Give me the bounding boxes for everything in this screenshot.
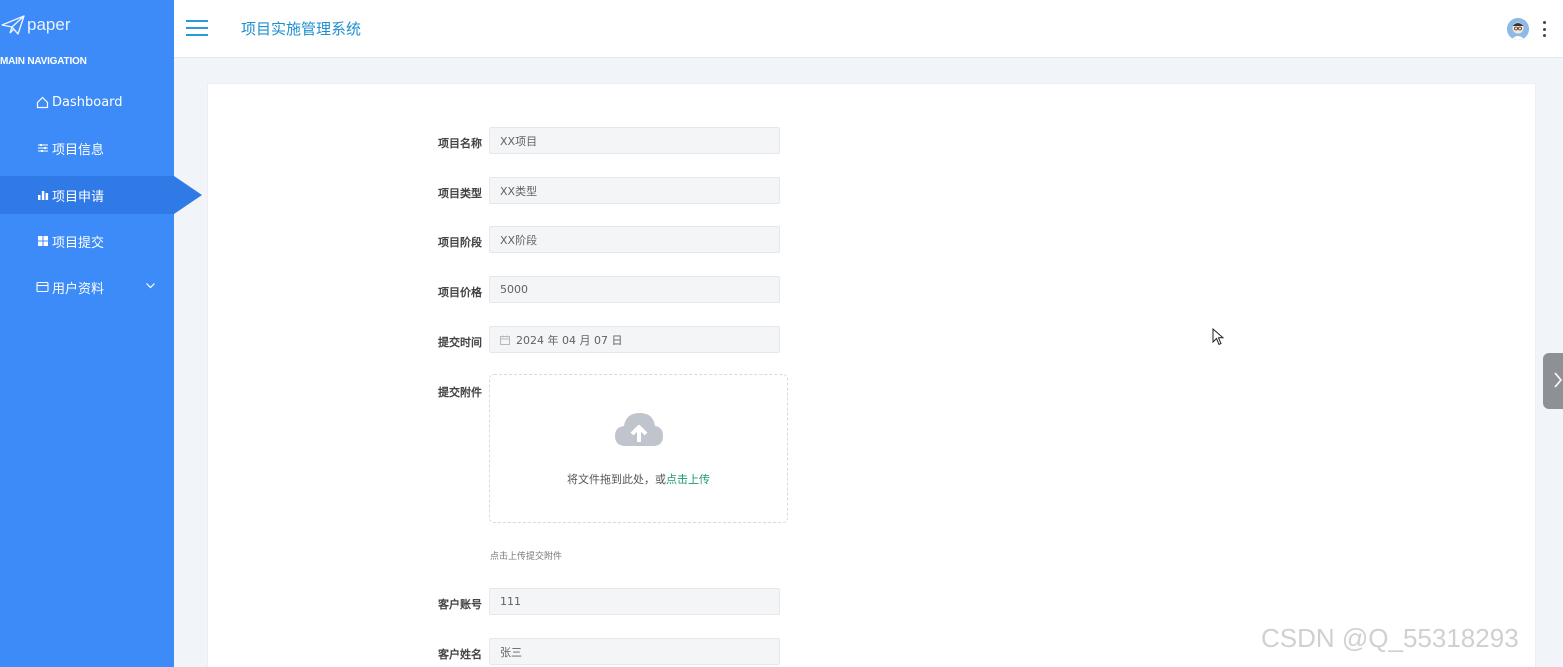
upload-link[interactable]: 点击上传 — [666, 473, 710, 486]
field-label-customer-account: 客户账号 — [438, 598, 482, 611]
customer-account-field[interactable]: 111 — [489, 588, 780, 615]
avatar[interactable] — [1507, 18, 1529, 40]
customer-name-field[interactable]: 张三 — [489, 638, 780, 665]
field-value: XX项目 — [500, 134, 538, 148]
top-header: 项目实施管理系统 — [174, 0, 1563, 58]
field-label-project-stage: 项目阶段 — [438, 236, 482, 249]
form-card — [207, 83, 1536, 667]
chevron-down-icon — [145, 280, 156, 295]
side-panel-toggle[interactable] — [1543, 353, 1563, 409]
sidebar-item-dashboard[interactable]: Dashboard — [0, 83, 174, 121]
nav-section-header: MAIN NAVIGATION — [0, 56, 87, 67]
submit-date-picker[interactable]: 2024 年 04 月 07 日 — [489, 326, 780, 353]
bar-chart-icon — [36, 189, 49, 202]
sidebar-item-user-profile[interactable]: 用户资料 — [0, 268, 174, 306]
field-label-submit-time: 提交时间 — [438, 336, 482, 349]
file-upload-dropzone[interactable]: 将文件拖到此处，或点击上传 — [489, 374, 788, 523]
field-value: XX类型 — [500, 184, 538, 198]
home-icon — [36, 96, 49, 109]
upload-instructions: 将文件拖到此处，或点击上传 — [490, 471, 787, 487]
sidebar-item-project-submit[interactable]: 项目提交 — [0, 222, 174, 260]
field-label-project-name: 项目名称 — [438, 137, 482, 150]
field-label-customer-name: 客户姓名 — [438, 648, 482, 661]
grid-icon — [36, 235, 49, 248]
field-label-project-price: 项目价格 — [438, 286, 482, 299]
logo-text: paper — [27, 15, 71, 34]
app-title: 项目实施管理系统 — [241, 20, 362, 38]
cloud-upload-icon — [615, 413, 663, 446]
sidebar-item-label: 项目申请 — [52, 189, 105, 205]
chevron-right-icon — [1554, 372, 1563, 388]
mouse-cursor-icon — [1212, 327, 1225, 350]
project-name-field[interactable]: XX项目 — [489, 127, 780, 154]
project-type-field[interactable]: XX类型 — [489, 177, 780, 204]
field-value: 5000 — [500, 283, 528, 296]
id-card-icon — [36, 281, 49, 294]
more-options-icon[interactable] — [1543, 21, 1547, 37]
upload-tip: 点击上传提交附件 — [490, 552, 563, 562]
field-value: 张三 — [500, 645, 522, 659]
brand-logo[interactable]: paper — [0, 10, 70, 40]
sidebar: paper MAIN NAVIGATION Dashboard 项目信息 项目申… — [0, 0, 202, 667]
field-value: 2024 年 04 月 07 日 — [516, 333, 623, 347]
sidebar-item-label: Dashboard — [52, 94, 123, 110]
menu-toggle-icon[interactable] — [186, 20, 208, 36]
sidebar-item-project-apply[interactable]: 项目申请 — [0, 176, 202, 214]
field-label-attachment: 提交附件 — [438, 386, 482, 399]
field-label-project-type: 项目类型 — [438, 187, 482, 200]
field-value: 111 — [500, 595, 521, 608]
paper-plane-icon — [1, 15, 25, 35]
upload-text: 将文件拖到此处，或 — [567, 473, 666, 486]
field-value: XX阶段 — [500, 233, 538, 247]
sidebar-item-label: 项目信息 — [52, 142, 105, 158]
project-price-field[interactable]: 5000 — [489, 276, 780, 303]
sidebar-item-label: 项目提交 — [52, 235, 105, 251]
sliders-icon — [36, 142, 49, 155]
project-stage-field[interactable]: XX阶段 — [489, 226, 780, 253]
sidebar-item-label: 用户资料 — [52, 281, 105, 297]
calendar-icon — [500, 335, 510, 345]
watermark: CSDN @Q_55318293 — [1261, 623, 1519, 653]
sidebar-item-project-info[interactable]: 项目信息 — [0, 129, 174, 167]
